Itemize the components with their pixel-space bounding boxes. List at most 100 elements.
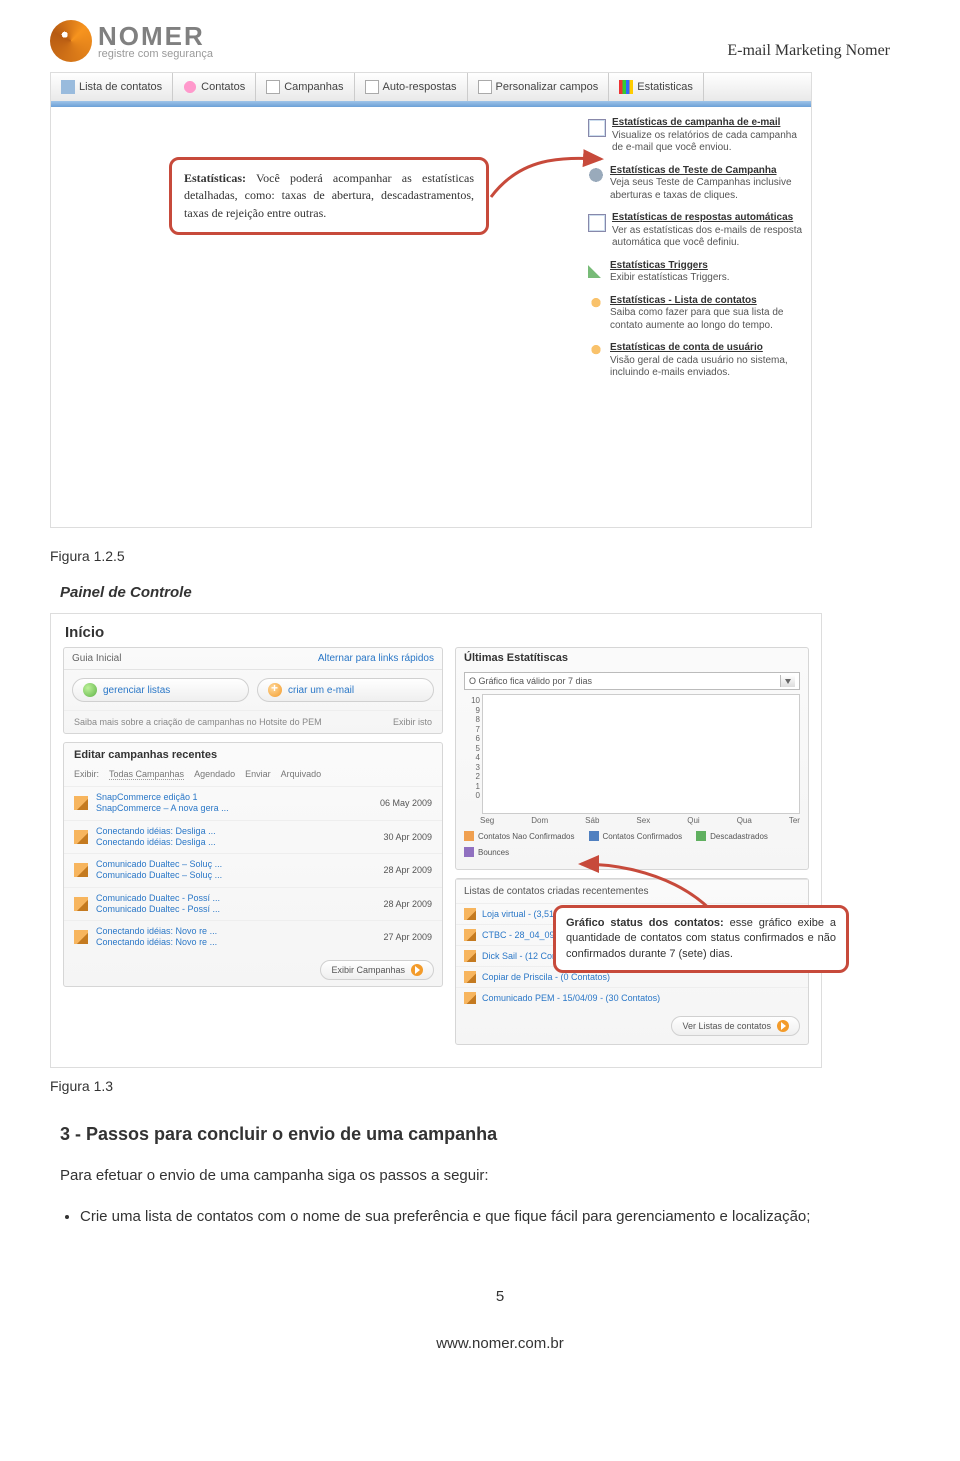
tab-label: Estatisticas: [637, 81, 693, 93]
mail-auto-icon: [365, 80, 379, 94]
campaign-row[interactable]: SnapCommerce edição 1SnapCommerce – A no…: [64, 786, 442, 820]
fields-icon: [478, 80, 492, 94]
stat-link-teste-campanha[interactable]: Estatísticas de Teste de CampanhaVeja se…: [588, 165, 803, 203]
stat-link-lista-contatos[interactable]: Estatísticas - Lista de contatosSaiba co…: [588, 295, 803, 333]
y-tick: 6: [464, 734, 480, 743]
tab-label: Campanhas: [284, 81, 343, 93]
legend-confirmados: Contatos Confirmados: [589, 831, 683, 841]
contact-list-row[interactable]: Comunicado PEM - 15/04/09 - (30 Contatos…: [456, 987, 808, 1008]
section-painel-controle: Painel de Controle: [60, 584, 890, 601]
arrow-right-icon: [411, 964, 423, 976]
campaign-row[interactable]: Comunicado Dualtec – Soluç ...Comunicado…: [64, 853, 442, 887]
campaign-date: 27 Apr 2009: [383, 932, 432, 942]
stat-desc: Saiba como fazer para que sua lista de c…: [610, 307, 803, 332]
exibir-campanhas-button[interactable]: Exibir Campanhas: [320, 960, 434, 980]
envelope-icon: [588, 214, 606, 232]
legend-nao-confirmados: Contatos Nao Confirmados: [464, 831, 575, 841]
filter-agendado[interactable]: Agendado: [194, 769, 235, 780]
bullet-item: Crie uma lista de contatos com o nome de…: [80, 1206, 890, 1229]
document-title: E-mail Marketing Nomer: [727, 42, 890, 60]
tab-estatisticas[interactable]: Estatisticas: [609, 73, 704, 101]
logo-swirl-icon: [50, 20, 92, 62]
people-icon: [183, 80, 197, 94]
pencil-icon: [74, 863, 88, 877]
pencil-icon: [83, 683, 97, 697]
tab-auto-respostas[interactable]: Auto-respostas: [355, 73, 468, 101]
campaign-row[interactable]: Conectando idéias: Desliga ...Conectando…: [64, 820, 442, 854]
pencil-icon: [74, 930, 88, 944]
pencil-icon: [464, 971, 476, 983]
stat-title: Estatísticas de Teste de Campanha: [610, 165, 803, 178]
campaign-date: 06 May 2009: [380, 798, 432, 808]
stat-link-conta-usuario[interactable]: Estatísticas de conta de usuárioVisão ge…: [588, 342, 803, 380]
y-tick: 8: [464, 715, 480, 724]
swatch-icon: [464, 847, 474, 857]
campaign-name: Comunicado Dualtec – Soluç ...Comunicado…: [96, 859, 375, 882]
screenshot-painel-controle: Início Guia InicialAlternar para links r…: [50, 613, 822, 1068]
criar-email-button[interactable]: criar um e-mail: [257, 678, 434, 702]
x-tick: Sex: [636, 816, 650, 825]
campaign-name: Conectando idéias: Desliga ...Conectando…: [96, 826, 375, 849]
filter-enviar[interactable]: Enviar: [245, 769, 271, 780]
chart-plot: 109876543210: [464, 694, 800, 814]
page-number: 5: [110, 1288, 890, 1305]
campaign-name: SnapCommerce edição 1SnapCommerce – A no…: [96, 792, 372, 815]
campaign-row[interactable]: Conectando idéias: Novo re ...Conectando…: [64, 920, 442, 954]
arrow-icon: [481, 147, 611, 207]
stat-title: Estatísticas de respostas automáticas: [612, 212, 803, 225]
legend-label: Contatos Confirmados: [603, 832, 683, 841]
tab-personalizar[interactable]: Personalizar campos: [468, 73, 610, 101]
stat-desc: Visão geral de cada usuário no sistema, …: [610, 355, 803, 380]
chart-icon: [619, 80, 633, 94]
pencil-icon: [464, 992, 476, 1004]
legend-label: Contatos Nao Confirmados: [478, 832, 575, 841]
alternar-links-link[interactable]: Alternar para links rápidos: [318, 653, 434, 664]
tab-contatos[interactable]: Contatos: [173, 73, 256, 101]
stat-title: Estatísticas de campanha de e-mail: [612, 117, 803, 130]
filter-arquivado[interactable]: Arquivado: [281, 769, 322, 780]
tab-label: Auto-respostas: [383, 81, 457, 93]
y-tick: 7: [464, 725, 480, 734]
logo: NOMER registre com segurança: [50, 20, 213, 62]
exibir-isto-link[interactable]: Exibir isto: [393, 717, 432, 727]
inicio-heading: Início: [51, 614, 821, 647]
chart-range-select[interactable]: O Gráfico fica válido por 7 dias: [464, 672, 800, 690]
stat-link-campanha-email[interactable]: Estatísticas de campanha de e-mailVisual…: [588, 117, 803, 155]
section-heading-3: 3 - Passos para concluir o envio de uma …: [60, 1124, 890, 1145]
y-tick: 4: [464, 753, 480, 762]
campaign-row[interactable]: Comunicado Dualtec - Possí ...Comunicado…: [64, 887, 442, 921]
y-tick: 1: [464, 782, 480, 791]
stat-link-respostas-auto[interactable]: Estatísticas de respostas automáticasVer…: [588, 212, 803, 250]
campaign-name: Conectando idéias: Novo re ...Conectando…: [96, 926, 375, 949]
campaign-name: Comunicado Dualtec - Possí ...Comunicado…: [96, 893, 375, 916]
user-icon: [588, 297, 604, 313]
gerenciar-listas-button[interactable]: gerenciar listas: [72, 678, 249, 702]
y-tick: 3: [464, 763, 480, 772]
filter-todas[interactable]: Todas Campanhas: [109, 769, 184, 780]
select-value: O Gráfico fica válido por 7 dias: [469, 676, 592, 686]
panel-title: Últimas Estatítiscas: [456, 648, 808, 668]
pencil-icon: [74, 897, 88, 911]
editar-campanhas-panel: Editar campanhas recentes Exibir: Todas …: [63, 742, 443, 987]
campaign-date: 28 Apr 2009: [383, 899, 432, 909]
x-tick: Qui: [687, 816, 699, 825]
stat-desc: Veja seus Teste de Campanhas inclusive a…: [610, 177, 803, 202]
swatch-icon: [464, 831, 474, 841]
list-icon: [61, 80, 75, 94]
chain-icon: [588, 262, 604, 278]
callout-bold: Estatísticas:: [184, 171, 246, 185]
figure-caption: Figura 1.2.5: [50, 548, 890, 564]
ver-listas-button[interactable]: Ver Listas de contatos: [671, 1016, 800, 1036]
stat-link-triggers[interactable]: Estatísticas TriggersExibir estatísticas…: [588, 260, 803, 285]
stats-dropdown-panel: Estatísticas de campanha de e-mailVisual…: [584, 107, 811, 527]
swatch-icon: [696, 831, 706, 841]
screenshot-statistics: Lista de contatos Contatos Campanhas Aut…: [50, 72, 812, 528]
footer-url: www.nomer.com.br: [110, 1335, 890, 1352]
logo-tagline: registre com segurança: [98, 49, 213, 60]
stat-desc: Ver as estatísticas dos e-mails de respo…: [612, 225, 803, 250]
stat-desc: Exibir estatísticas Triggers.: [610, 272, 729, 285]
tab-campanhas[interactable]: Campanhas: [256, 73, 354, 101]
mail-icon: [266, 80, 280, 94]
button-label: Exibir Campanhas: [331, 965, 405, 975]
tab-lista-contatos[interactable]: Lista de contatos: [51, 73, 173, 101]
